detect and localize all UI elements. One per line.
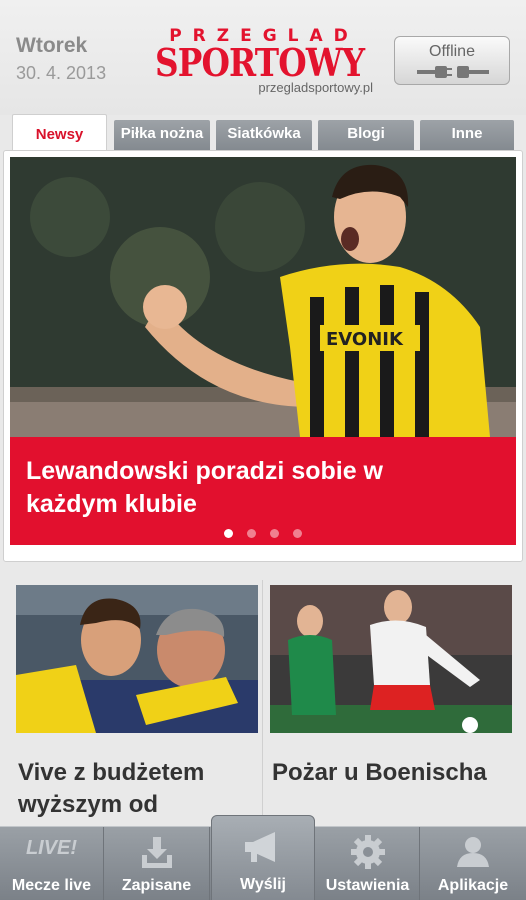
carousel-dot-4[interactable] bbox=[293, 529, 302, 538]
app-header: Wtorek 30. 4. 2013 PRZEGLAD SPORTOWY prz… bbox=[0, 0, 526, 115]
news-tile[interactable]: Pożar u Boenischa bbox=[270, 585, 512, 845]
nav-zapisane[interactable]: Zapisane bbox=[104, 827, 210, 900]
nav-label: Wyślij bbox=[240, 876, 286, 893]
person-icon bbox=[457, 837, 489, 867]
plug-icon bbox=[417, 66, 489, 78]
news-tile-image bbox=[16, 585, 258, 733]
nav-ustawienia[interactable]: Ustawienia bbox=[316, 827, 420, 900]
date-label: 30. 4. 2013 bbox=[16, 63, 107, 83]
jersey-sponsor-text: EVONIK bbox=[326, 329, 404, 350]
tab-newsy[interactable]: Newsy bbox=[12, 114, 107, 151]
tab-siatkowka[interactable]: Siatkówka bbox=[216, 120, 312, 150]
news-tile-title: Pożar u Boenischa bbox=[272, 759, 487, 786]
football-match-image bbox=[270, 585, 512, 733]
fans-celebrating-image bbox=[16, 585, 258, 733]
nav-mecze-live[interactable]: LIVE! Mecze live bbox=[0, 827, 104, 900]
tab-pilka-nozna[interactable]: Piłka nożna bbox=[114, 120, 210, 150]
carousel-dot-1[interactable] bbox=[224, 529, 233, 538]
gear-icon bbox=[350, 835, 385, 869]
megaphone-icon bbox=[245, 832, 275, 862]
nav-label: Ustawienia bbox=[325, 877, 410, 894]
news-tile[interactable]: Vive z budżetem wyższym od bbox=[16, 585, 258, 845]
nav-label: Aplikacje bbox=[437, 877, 509, 894]
featured-article[interactable]: EVONIK Lewandowski poradzi sobie w każdy… bbox=[3, 150, 523, 562]
featured-image: EVONIK bbox=[10, 157, 516, 437]
day-label: Wtorek bbox=[16, 34, 88, 57]
category-tabs: Newsy Piłka nożna Siatkówka Blogi Inne bbox=[12, 114, 514, 151]
bottom-navigation: LIVE! Mecze live Zapisane Wyślij Ustawie… bbox=[0, 815, 526, 900]
logo-main-text: SPORTOWY bbox=[155, 40, 365, 85]
tab-inne[interactable]: Inne bbox=[420, 120, 514, 150]
carousel-indicator bbox=[10, 525, 516, 543]
offline-label: Offline bbox=[429, 43, 475, 60]
live-icon: LIVE! bbox=[25, 837, 78, 859]
player-celebrating-image: EVONIK bbox=[10, 157, 516, 437]
offline-button[interactable]: Offline bbox=[394, 36, 510, 85]
carousel-dot-2[interactable] bbox=[247, 529, 256, 538]
nav-wyslij[interactable]: Wyślij bbox=[211, 815, 315, 900]
featured-title[interactable]: Lewandowski poradzi sobie w każdym klubi… bbox=[26, 455, 426, 521]
nav-aplikacje[interactable]: Aplikacje bbox=[420, 827, 526, 900]
logo: PRZEGLAD SPORTOWY przegladsportowy.pl bbox=[155, 26, 375, 98]
tab-blogi[interactable]: Blogi bbox=[318, 120, 414, 150]
news-tile-title: Vive z budżetem wyższym od bbox=[18, 759, 205, 818]
carousel-dot-3[interactable] bbox=[270, 529, 279, 538]
featured-caption: Lewandowski poradzi sobie w każdym klubi… bbox=[10, 437, 516, 545]
news-tile-image bbox=[270, 585, 512, 733]
download-tray-icon bbox=[141, 837, 172, 868]
logo-url: przegladsportowy.pl bbox=[258, 80, 373, 95]
nav-label: Zapisane bbox=[121, 877, 192, 894]
nav-label: Mecze live bbox=[11, 877, 92, 894]
tile-divider bbox=[262, 580, 263, 830]
